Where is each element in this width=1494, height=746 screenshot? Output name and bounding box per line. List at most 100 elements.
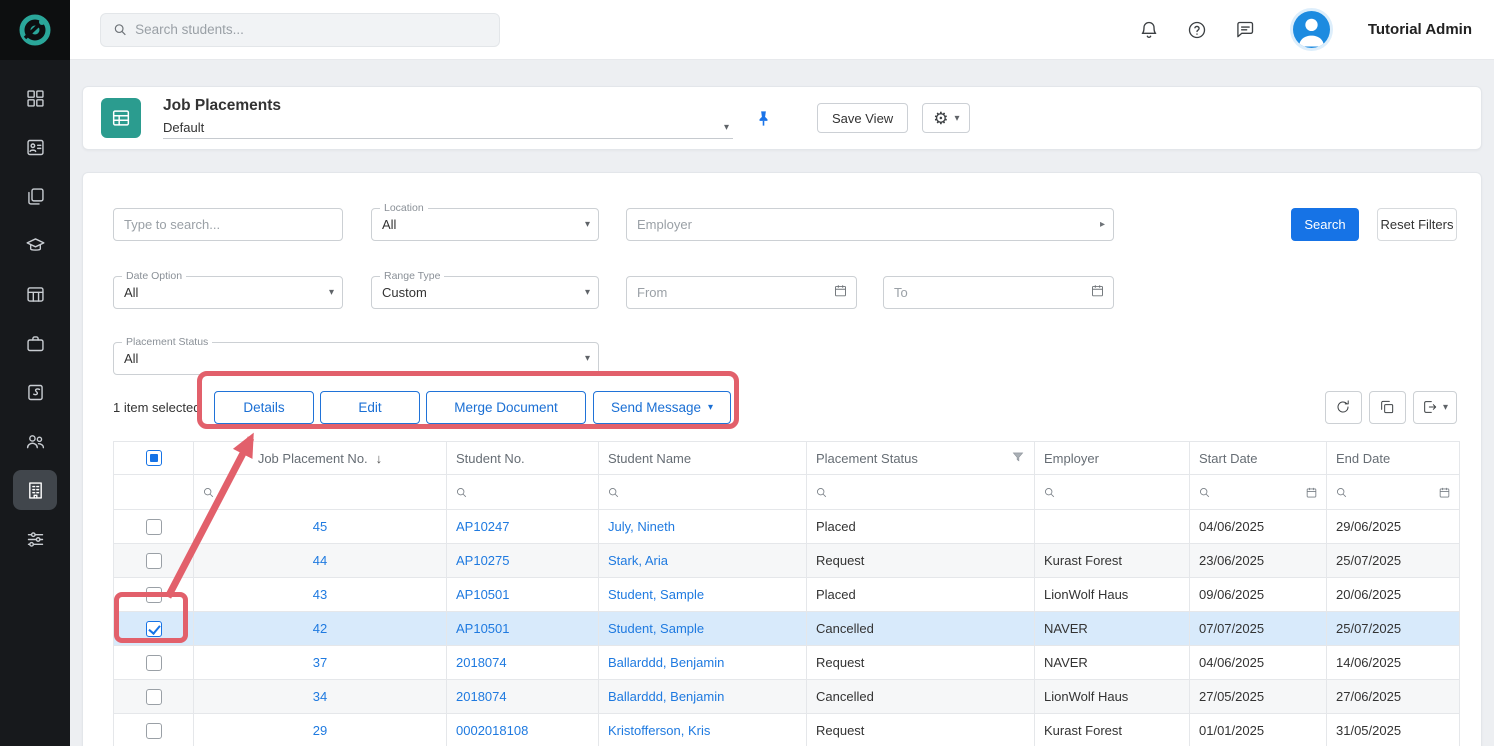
edit-button[interactable]: Edit xyxy=(320,391,420,424)
app-logo[interactable] xyxy=(0,0,70,60)
calendar-icon[interactable] xyxy=(1305,486,1318,499)
student-name-link[interactable]: Student, Sample xyxy=(608,587,704,602)
filter-input-end-date[interactable] xyxy=(1354,485,1432,500)
student-name-link[interactable]: Student, Sample xyxy=(608,621,704,636)
filter-input-employer[interactable] xyxy=(1062,485,1181,500)
job-placement-link[interactable]: 37 xyxy=(313,655,327,670)
row-checkbox[interactable] xyxy=(146,519,162,535)
student-name-link[interactable]: Kristofferson, Kris xyxy=(608,723,710,738)
student-no-link[interactable]: AP10275 xyxy=(456,553,510,568)
filter-cell-placement-status[interactable] xyxy=(807,475,1035,510)
table-row[interactable]: 29 0002018108 Kristofferson, Kris Reques… xyxy=(114,714,1460,746)
range-type-select[interactable]: Range Type Custom ▾ xyxy=(371,276,599,309)
job-placement-link[interactable]: 45 xyxy=(313,519,327,534)
table-row[interactable]: 42 AP10501 Student, Sample Cancelled NAV… xyxy=(114,612,1460,646)
student-name-link[interactable]: Stark, Aria xyxy=(608,553,668,568)
to-date-input[interactable] xyxy=(894,285,1103,300)
chat-button[interactable] xyxy=(1233,18,1257,42)
search-button[interactable]: Search xyxy=(1291,208,1359,241)
keyword-search-field[interactable] xyxy=(113,208,343,241)
sidebar-item-placements[interactable] xyxy=(13,470,57,510)
table-row[interactable]: 34 2018074 Ballarddd, Benjamin Cancelled… xyxy=(114,680,1460,714)
job-placement-link[interactable]: 43 xyxy=(313,587,327,602)
from-date-field[interactable] xyxy=(626,276,857,309)
student-no-link[interactable]: 2018074 xyxy=(456,689,507,704)
select-all-checkbox[interactable] xyxy=(146,450,162,466)
save-view-button[interactable]: Save View xyxy=(817,103,908,133)
calendar-icon[interactable] xyxy=(833,283,848,303)
avatar[interactable] xyxy=(1293,11,1330,48)
table-row[interactable]: 37 2018074 Ballarddd, Benjamin Request N… xyxy=(114,646,1460,680)
sidebar-item-invoices[interactable] xyxy=(13,372,57,412)
refresh-button[interactable] xyxy=(1325,391,1362,424)
column-header-job-placement-no[interactable]: Job Placement No. ↓ xyxy=(194,442,447,475)
placement-status-select[interactable]: Placement Status All ▾ xyxy=(113,342,599,375)
filter-cell-student-no[interactable] xyxy=(447,475,599,510)
row-checkbox[interactable] xyxy=(146,621,162,637)
job-placement-link[interactable]: 29 xyxy=(313,723,327,738)
user-name[interactable]: Tutorial Admin xyxy=(1368,21,1472,38)
column-header-employer[interactable]: Employer xyxy=(1035,442,1190,475)
reset-filters-button[interactable]: Reset Filters xyxy=(1377,208,1457,241)
export-button[interactable]: ▾ xyxy=(1413,391,1457,424)
employer-input[interactable] xyxy=(637,217,1103,232)
column-header-placement-status[interactable]: Placement Status xyxy=(807,442,1035,475)
column-header-end-date[interactable]: End Date xyxy=(1327,442,1460,475)
student-name-link[interactable]: July, Nineth xyxy=(608,519,675,534)
employer-combobox[interactable]: ▸ xyxy=(626,208,1114,241)
table-row[interactable]: 45 AP10247 July, Nineth Placed 04/06/202… xyxy=(114,510,1460,544)
filter-input-placement-status[interactable] xyxy=(834,485,1026,500)
student-no-link[interactable]: 2018074 xyxy=(456,655,507,670)
job-placement-link[interactable]: 42 xyxy=(313,621,327,636)
view-selector[interactable]: Default ▾ xyxy=(163,119,733,139)
filter-cell-job-placement-no[interactable] xyxy=(194,475,447,510)
keyword-input[interactable] xyxy=(124,217,332,232)
student-name-link[interactable]: Ballarddd, Benjamin xyxy=(608,689,724,704)
student-name-link[interactable]: Ballarddd, Benjamin xyxy=(608,655,724,670)
filter-cell-start-date[interactable] xyxy=(1190,475,1327,510)
sidebar-item-dashboard[interactable] xyxy=(13,78,57,118)
help-button[interactable] xyxy=(1185,18,1209,42)
filter-input-student-no[interactable] xyxy=(474,485,590,500)
table-row[interactable]: 44 AP10275 Stark, Aria Request Kurast Fo… xyxy=(114,544,1460,578)
row-checkbox[interactable] xyxy=(146,655,162,671)
row-checkbox[interactable] xyxy=(146,689,162,705)
to-date-field[interactable] xyxy=(883,276,1114,309)
sidebar-item-courses[interactable] xyxy=(13,225,57,265)
sidebar-item-groups[interactable] xyxy=(13,421,57,461)
row-checkbox[interactable] xyxy=(146,587,162,603)
view-settings-button[interactable]: ⚙ ▾ xyxy=(922,103,970,133)
filter-input-job-placement-no[interactable] xyxy=(221,485,438,500)
merge-document-button[interactable]: Merge Document xyxy=(426,391,586,424)
filter-cell-end-date[interactable] xyxy=(1327,475,1460,510)
row-checkbox[interactable] xyxy=(146,723,162,739)
student-no-link[interactable]: 0002018108 xyxy=(456,723,528,738)
filter-cell-employer[interactable] xyxy=(1035,475,1190,510)
sidebar-item-contacts[interactable] xyxy=(13,127,57,167)
location-select[interactable]: Location All ▾ xyxy=(371,208,599,241)
column-header-student-no[interactable]: Student No. xyxy=(447,442,599,475)
details-button[interactable]: Details xyxy=(214,391,314,424)
sidebar-item-tables[interactable] xyxy=(13,274,57,314)
student-no-link[interactable]: AP10501 xyxy=(456,587,510,602)
date-option-select[interactable]: Date Option All ▾ xyxy=(113,276,343,309)
copy-button[interactable] xyxy=(1369,391,1406,424)
notifications-button[interactable] xyxy=(1137,18,1161,42)
from-date-input[interactable] xyxy=(637,285,846,300)
student-no-link[interactable]: AP10501 xyxy=(456,621,510,636)
filter-funnel-icon[interactable] xyxy=(1011,450,1025,467)
filter-cell-student-name[interactable] xyxy=(599,475,807,510)
job-placement-link[interactable]: 44 xyxy=(313,553,327,568)
sidebar-item-settings[interactable] xyxy=(13,519,57,559)
select-all-cell[interactable] xyxy=(114,442,194,475)
calendar-icon[interactable] xyxy=(1090,283,1105,303)
sidebar-item-jobs[interactable] xyxy=(13,323,57,363)
column-header-student-name[interactable]: Student Name xyxy=(599,442,807,475)
job-placement-link[interactable]: 34 xyxy=(313,689,327,704)
calendar-icon[interactable] xyxy=(1438,486,1451,499)
global-search[interactable] xyxy=(100,13,500,47)
row-checkbox[interactable] xyxy=(146,553,162,569)
table-row[interactable]: 43 AP10501 Student, Sample Placed LionWo… xyxy=(114,578,1460,612)
send-message-button[interactable]: Send Message ▾ xyxy=(593,391,731,424)
chevron-right-icon[interactable]: ▸ xyxy=(1100,219,1105,230)
